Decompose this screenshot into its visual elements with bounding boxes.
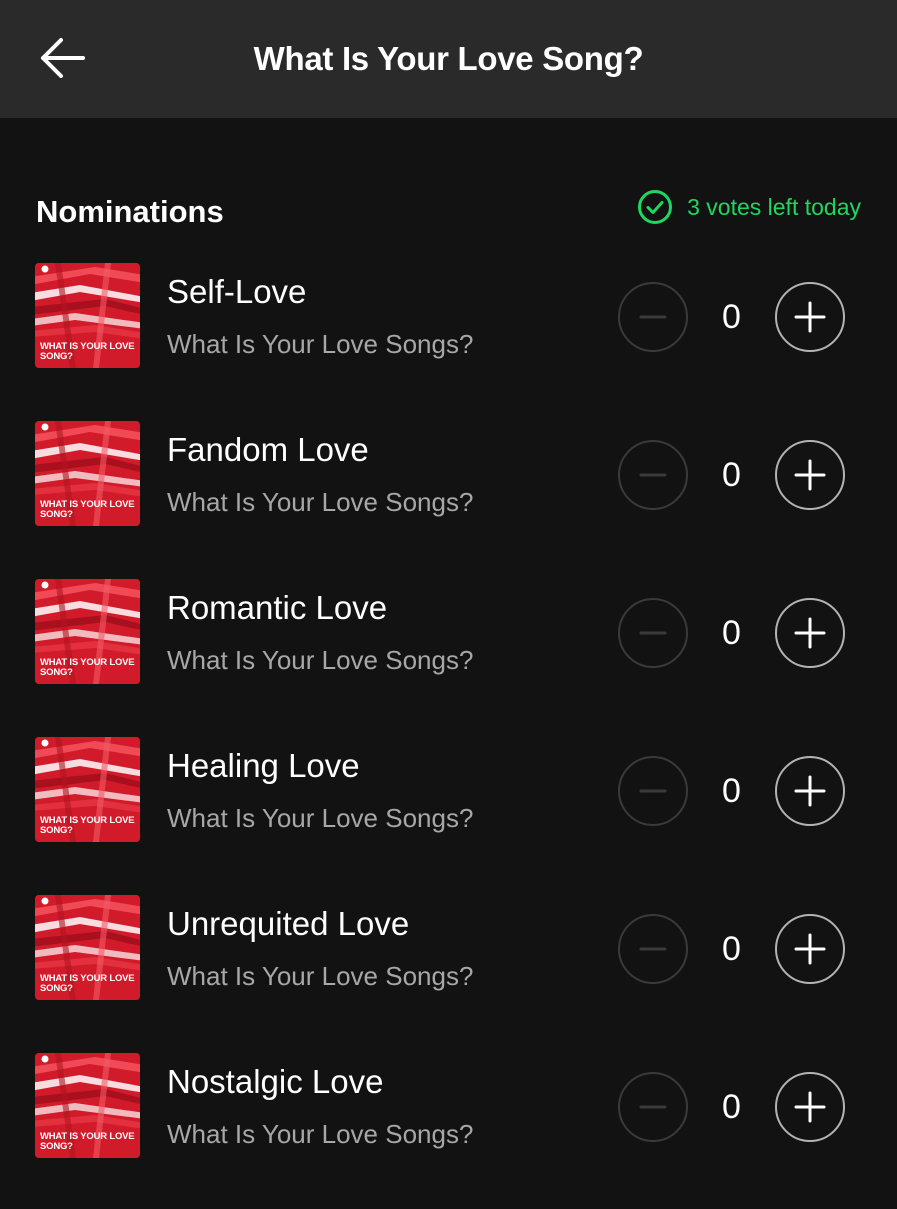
nomination-title: Nostalgic Love	[167, 1063, 384, 1100]
minus-icon	[639, 315, 667, 319]
decrement-vote-button[interactable]	[618, 282, 688, 352]
vote-count: 0	[722, 613, 741, 652]
cover-art-text: WHAT IS YOUR LOVE SONG?	[40, 973, 135, 994]
nomination-item: WHAT IS YOUR LOVE SONG? Healing Love Wha…	[0, 735, 897, 893]
nomination-item: WHAT IS YOUR LOVE SONG? Unrequited Love …	[0, 893, 897, 1051]
nomination-item: WHAT IS YOUR LOVE SONG? Nostalgic Love W…	[0, 1051, 897, 1209]
nomination-title: Unrequited Love	[167, 905, 410, 942]
nomination-subtitle: What Is Your Love Songs?	[167, 961, 474, 991]
nominations-list: WHAT IS YOUR LOVE SONG? Self-Love What I…	[0, 261, 897, 1209]
nomination-cover-art: WHAT IS YOUR LOVE SONG?	[35, 737, 140, 842]
minus-icon	[639, 789, 667, 793]
nomination-subtitle: What Is Your Love Songs?	[167, 329, 474, 359]
increment-vote-button[interactable]	[775, 282, 845, 352]
votes-left-indicator: 3 votes left today	[637, 188, 861, 226]
plus-icon	[794, 775, 826, 807]
decrement-vote-button[interactable]	[618, 914, 688, 984]
decrement-vote-button[interactable]	[618, 598, 688, 668]
nomination-cover-art: WHAT IS YOUR LOVE SONG?	[35, 895, 140, 1000]
nomination-title: Fandom Love	[167, 431, 369, 468]
vote-stepper: 0	[618, 756, 846, 826]
nomination-cover-art: WHAT IS YOUR LOVE SONG?	[35, 421, 140, 526]
vote-count: 0	[722, 771, 741, 810]
cover-art-text: WHAT IS YOUR LOVE SONG?	[40, 815, 135, 836]
minus-icon	[639, 473, 667, 477]
minus-icon	[639, 1105, 667, 1109]
cover-art-text: WHAT IS YOUR LOVE SONG?	[40, 1131, 135, 1152]
minus-icon	[639, 631, 667, 635]
plus-icon	[794, 1091, 826, 1123]
top-bar: What Is Your Love Song?	[0, 0, 897, 118]
nomination-item: WHAT IS YOUR LOVE SONG? Romantic Love Wh…	[0, 577, 897, 735]
cover-art-text: WHAT IS YOUR LOVE SONG?	[40, 657, 135, 678]
check-circle-icon	[637, 189, 673, 225]
vote-stepper: 0	[618, 914, 846, 984]
back-button[interactable]	[36, 34, 88, 82]
increment-vote-button[interactable]	[775, 440, 845, 510]
vote-count: 0	[722, 929, 741, 968]
minus-icon	[639, 947, 667, 951]
decrement-vote-button[interactable]	[618, 440, 688, 510]
nomination-subtitle: What Is Your Love Songs?	[167, 645, 474, 675]
vote-stepper: 0	[618, 598, 846, 668]
increment-vote-button[interactable]	[775, 756, 845, 826]
nomination-cover-art: WHAT IS YOUR LOVE SONG?	[35, 579, 140, 684]
increment-vote-button[interactable]	[775, 1072, 845, 1142]
nomination-item: WHAT IS YOUR LOVE SONG? Fandom Love What…	[0, 419, 897, 577]
decrement-vote-button[interactable]	[618, 756, 688, 826]
section-title: Nominations	[36, 194, 224, 229]
nomination-cover-art: WHAT IS YOUR LOVE SONG?	[35, 263, 140, 368]
page-title: What Is Your Love Song?	[253, 40, 644, 77]
cover-art-text: WHAT IS YOUR LOVE SONG?	[40, 341, 135, 362]
nomination-subtitle: What Is Your Love Songs?	[167, 1119, 474, 1149]
nomination-subtitle: What Is Your Love Songs?	[167, 803, 474, 833]
nomination-title: Healing Love	[167, 747, 360, 784]
plus-icon	[794, 301, 826, 333]
votes-left-text: 3 votes left today	[687, 193, 861, 220]
vote-count: 0	[722, 1087, 741, 1126]
nomination-subtitle: What Is Your Love Songs?	[167, 487, 474, 517]
vote-stepper: 0	[618, 440, 846, 510]
increment-vote-button[interactable]	[775, 598, 845, 668]
cover-art-text: WHAT IS YOUR LOVE SONG?	[40, 499, 135, 520]
nomination-title: Self-Love	[167, 273, 307, 310]
nomination-cover-art: WHAT IS YOUR LOVE SONG?	[35, 1053, 140, 1158]
plus-icon	[794, 459, 826, 491]
nomination-title: Romantic Love	[167, 589, 388, 626]
plus-icon	[794, 933, 826, 965]
increment-vote-button[interactable]	[775, 914, 845, 984]
arrow-left-icon	[41, 38, 85, 78]
nomination-item: WHAT IS YOUR LOVE SONG? Self-Love What I…	[0, 261, 897, 419]
vote-stepper: 0	[618, 282, 846, 352]
plus-icon	[794, 617, 826, 649]
vote-stepper: 0	[618, 1072, 846, 1142]
decrement-vote-button[interactable]	[618, 1072, 688, 1142]
vote-count: 0	[722, 455, 741, 494]
vote-count: 0	[722, 297, 741, 336]
